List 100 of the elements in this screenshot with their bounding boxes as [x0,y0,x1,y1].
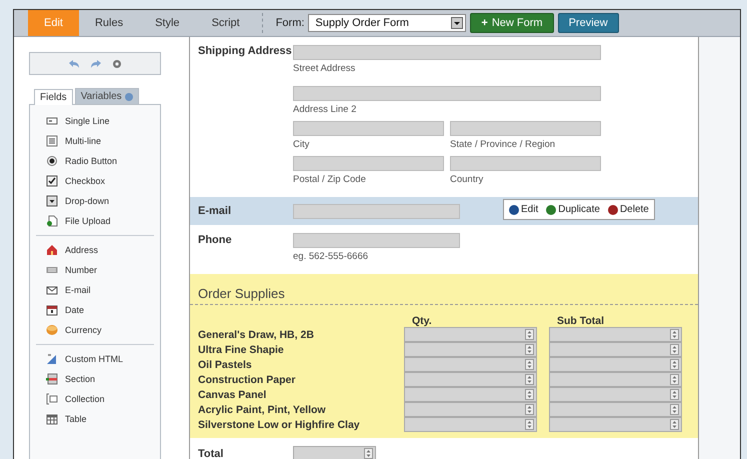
field-type-item[interactable]: Drop-down [30,191,160,211]
spinner-icon[interactable] [670,329,679,340]
spinner-icon[interactable] [525,374,534,385]
subtotal-field[interactable] [549,387,682,402]
text-field[interactable] [293,233,460,248]
multi-field-icon [46,135,58,147]
item-label: Silverstone Low or Highfire Clay [198,418,361,430]
quantity-field[interactable] [404,372,537,387]
field-sublabel: State / Province / Region [450,139,556,150]
quantity-field[interactable] [404,327,537,342]
item-label: Ultra Fine Shapie [198,344,285,356]
preview-button[interactable]: Preview [558,13,619,33]
delete-link[interactable]: Delete [608,204,649,215]
subtotal-field[interactable] [549,402,682,417]
spinner-icon[interactable] [670,344,679,355]
address-field[interactable] [450,156,601,171]
field-label: E-mail [198,204,232,219]
field-type-item[interactable]: Multi-line [30,131,160,151]
panel-tab[interactable]: Variables [74,88,139,104]
x-circle-icon [608,204,618,214]
spinner-icon[interactable] [525,359,534,370]
new-form-button[interactable]: + New Form [470,13,554,33]
table-field-icon [46,413,58,425]
spinner-icon[interactable] [525,329,534,340]
settings-icon[interactable] [112,58,122,68]
subtotal-field[interactable] [549,357,682,372]
email-field-icon [46,284,58,296]
text-field[interactable] [293,204,460,219]
field-sublabel: City [293,139,310,150]
spinner-icon[interactable] [364,448,373,459]
plus-circle-icon [546,204,556,214]
quantity-field[interactable] [404,357,537,372]
panel-tab[interactable]: Fields [34,89,73,105]
single-field-icon [46,115,58,127]
subtotal-field[interactable] [549,417,682,432]
form-dropdown[interactable]: Supply Order Form [308,14,466,32]
mode-tab[interactable]: Style [139,10,196,36]
address-field[interactable] [293,121,444,136]
date-field-icon [46,304,58,316]
upload-field-icon [46,215,58,227]
field-type-item[interactable]: Checkbox [30,171,160,191]
address-field[interactable] [450,121,601,136]
spinner-icon[interactable] [525,419,534,430]
address-field[interactable] [293,156,444,171]
field-hint: eg. 562-555-6666 [293,251,370,262]
field-label: Phone [198,233,233,248]
plus-icon: + [481,17,488,29]
field-label: Total [198,448,224,459]
edit-link[interactable]: Edit [509,204,538,215]
spinner-icon[interactable] [670,419,679,430]
field-type-item[interactable]: Number [36,260,154,280]
quantity-field[interactable] [404,342,537,357]
redo-icon[interactable] [90,58,102,68]
field-type-item[interactable]: Custom HTML [36,349,154,369]
field-type-item[interactable]: Date [36,300,154,320]
total-field[interactable] [293,446,376,459]
duplicate-link[interactable]: Duplicate [546,204,600,215]
field-type-item[interactable]: Section [36,369,154,389]
html-field-icon [46,353,58,365]
spinner-icon[interactable] [525,404,534,415]
item-label: Oil Pastels [198,358,253,370]
item-label: Construction Paper [198,374,296,386]
spinner-icon[interactable] [670,374,679,385]
undo-icon[interactable] [68,58,80,68]
quantity-field[interactable] [404,402,537,417]
item-label: General's Draw, HB, 2B [198,328,315,340]
quantity-field[interactable] [404,387,537,402]
subtotal-field[interactable] [549,372,682,387]
spinner-icon[interactable] [670,404,679,415]
help-icon[interactable] [124,92,133,100]
address-field-icon [46,244,58,256]
section-field-icon [46,373,58,385]
collection-field-icon [46,393,58,405]
field-sublabel: Country [450,174,484,185]
field-type-item[interactable]: File Upload [30,211,160,231]
subtotal-field[interactable] [549,327,682,342]
street-field[interactable] [293,45,601,60]
spinner-icon[interactable] [525,389,534,400]
checkbox-field-icon [46,175,58,187]
quantity-field[interactable] [404,417,537,432]
form-label: Form: [276,17,304,29]
item-label: Canvas Panel [198,388,268,400]
field-type-item[interactable]: Radio Button [30,151,160,171]
dropdown-field-icon [46,195,58,207]
subtotal-field[interactable] [549,342,682,357]
column-header: Sub Total [556,315,606,327]
field-type-item[interactable]: Collection [36,389,154,409]
field-type-item[interactable]: Address [36,240,154,260]
mode-tab[interactable]: Rules [78,10,140,36]
field-sublabel: Address Line 2 [293,104,358,115]
spinner-icon[interactable] [670,389,679,400]
address-line-field[interactable] [293,86,601,101]
field-type-item[interactable]: E-mail [36,280,154,300]
field-type-item[interactable]: Single Line [30,111,160,131]
spinner-icon[interactable] [670,359,679,370]
field-type-item[interactable]: Table [36,409,154,429]
field-row[interactable]: Phone eg. 562-555-6666 [190,233,698,268]
spinner-icon[interactable] [525,344,534,355]
mode-tab[interactable]: Script [196,10,256,36]
field-type-item[interactable]: Currency [36,320,154,340]
